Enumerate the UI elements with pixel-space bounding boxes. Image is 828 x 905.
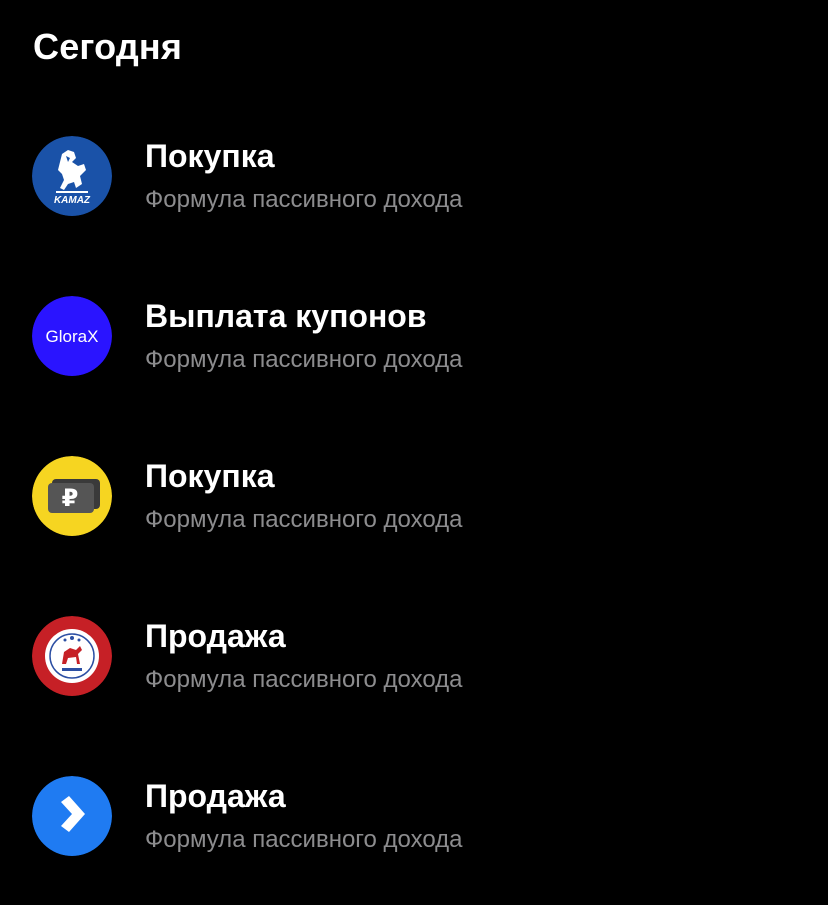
yakutia-emblem-icon [32,616,112,696]
operation-row[interactable]: GloraX Выплата купонов Формула пассивног… [0,280,828,440]
glorax-logo-caption: GloraX [46,327,99,346]
operations-list: KAMAZ Покупка Формула пассивного дохода … [0,120,828,905]
operation-subtitle: Формула пассивного дохода [145,506,463,533]
operation-title: Продажа [145,618,286,654]
operation-row[interactable]: ₽ Покупка Формула пассивного дохода [0,440,828,600]
operation-title: Покупка [145,458,275,494]
operation-title: Продажа [145,778,286,814]
ruble-wallet-icon: ₽ [32,456,112,536]
blue-arrow-logo-icon [32,776,112,856]
operation-subtitle: Формула пассивного дохода [145,346,463,373]
section-title-today: Сегодня [33,26,183,67]
operation-row[interactable]: KAMAZ Покупка Формула пассивного дохода [0,120,828,280]
operation-title: Выплата купонов [145,298,427,334]
operation-row[interactable]: Продажа Формула пассивного дохода [0,600,828,760]
operation-title: Покупка [145,138,275,174]
ruble-sign: ₽ [62,484,79,512]
operation-row[interactable]: Продажа Формула пассивного дохода [0,760,828,905]
kamaz-logo-icon: KAMAZ [32,136,112,216]
operation-subtitle: Формула пассивного дохода [145,826,463,853]
operation-subtitle: Формула пассивного дохода [145,186,463,213]
kamaz-logo-caption: KAMAZ [54,195,91,206]
glorax-logo-icon: GloraX [32,296,112,376]
operation-subtitle: Формула пассивного дохода [145,666,463,693]
